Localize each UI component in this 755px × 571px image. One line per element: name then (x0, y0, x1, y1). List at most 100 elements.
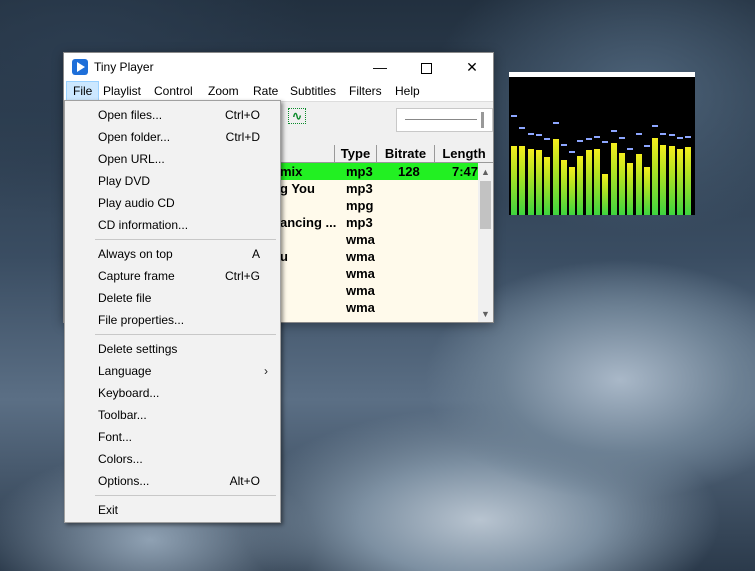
spectrum-peak (544, 138, 551, 140)
menu-item-label: Play audio CD (98, 196, 175, 210)
window-title: Tiny Player (94, 60, 154, 74)
column-bitrate[interactable]: Bitrate (376, 145, 434, 162)
menu-item-font[interactable]: Font... (65, 426, 280, 448)
playlist-cell-type: wma (346, 266, 375, 281)
menu-item-shortcut: A (251, 247, 260, 261)
spectrum-peak (585, 138, 592, 140)
volume-track (405, 119, 477, 121)
spectrum-bar (552, 139, 559, 215)
playlist-cell-title: mix (280, 164, 303, 179)
menu-playlist[interactable]: Playlist (97, 81, 147, 101)
spectrum-peak (685, 136, 692, 138)
menu-item-play-dvd[interactable]: Play DVD (65, 170, 280, 192)
menu-item-shortcut: Alt+O (229, 474, 260, 488)
menu-item-shortcut: Ctrl+D (225, 130, 260, 144)
spectrum-peak (527, 133, 534, 135)
menu-item-label: Font... (98, 430, 133, 444)
menu-item-label: File properties... (98, 313, 185, 327)
spectrum-bar (535, 150, 542, 215)
menu-rate[interactable]: Rate (247, 81, 284, 101)
menu-item-open-folder[interactable]: Open folder... Ctrl+D (65, 126, 280, 148)
spectrum-bar (602, 174, 609, 215)
spectrum-peak (635, 133, 642, 135)
spectrum-bar (685, 147, 692, 215)
spectrum-peak (643, 145, 650, 147)
menu-item-colors[interactable]: Colors... (65, 448, 280, 470)
menu-item-toolbar[interactable]: Toolbar... (65, 404, 280, 426)
menu-item-capture-frame[interactable]: Capture frame Ctrl+G (65, 265, 280, 287)
spectrum-bar (577, 156, 584, 215)
menu-item-shortcut: Ctrl+G (224, 269, 260, 283)
menu-separator (95, 495, 276, 496)
menu-item-label: Delete settings (98, 342, 178, 356)
spectrum-peak (610, 130, 617, 132)
menu-item-options[interactable]: Options... Alt+O (65, 470, 280, 492)
minimize-button[interactable]: — (357, 53, 403, 81)
spectrum-bar (585, 150, 592, 215)
spectrum-bar (519, 146, 526, 215)
spectrum-peak (511, 115, 517, 117)
menu-item-label: Delete file (98, 291, 152, 305)
spectrum-peak (569, 151, 576, 153)
column-type[interactable]: Type (334, 145, 376, 162)
menu-item-open-files[interactable]: Open files... Ctrl+O (65, 104, 280, 126)
menu-item-exit[interactable]: Exit (65, 499, 280, 521)
scroll-thumb[interactable] (480, 181, 491, 229)
spectrum-peak (618, 137, 625, 139)
menu-item-file-properties[interactable]: File properties... (65, 309, 280, 331)
menu-item-label: Open files... (98, 108, 163, 122)
menu-item-label: Toolbar... (98, 408, 147, 422)
spectrum-peak (660, 133, 667, 135)
playlist-cell-type: wma (346, 249, 375, 264)
menu-item-cd-information[interactable]: CD information... (65, 214, 280, 236)
app-play-icon (72, 59, 88, 75)
spectrum-peak (677, 137, 683, 139)
menu-item-label: Keyboard... (98, 386, 160, 400)
menu-item-open-url[interactable]: Open URL... (65, 148, 280, 170)
maximize-button[interactable] (403, 53, 449, 81)
menu-filters[interactable]: Filters (343, 81, 388, 101)
spectrum-bar (527, 149, 534, 215)
volume-thumb[interactable] (481, 112, 484, 128)
playlist-cell-title: u (280, 249, 288, 264)
playlist-cell-type: wma (346, 232, 375, 247)
menu-subtitles[interactable]: Subtitles (284, 81, 342, 101)
menu-item-always-on-top[interactable]: Always on top A (65, 243, 280, 265)
spectrum-visualizer (509, 72, 695, 215)
menu-control[interactable]: Control (148, 81, 199, 101)
menu-item-delete-file[interactable]: Delete file (65, 287, 280, 309)
close-button[interactable]: ✕ (449, 53, 495, 81)
spectrum-bar (594, 149, 600, 215)
menu-file[interactable]: File (66, 81, 100, 101)
playlist-scrollbar[interactable]: ▲ ▼ (478, 163, 493, 322)
title-bar[interactable]: Tiny Player — ✕ (64, 53, 493, 81)
maximize-icon (420, 62, 432, 74)
menu-item-label: Exit (98, 503, 119, 517)
menu-help[interactable]: Help (389, 81, 426, 101)
spectrum-bar (610, 143, 617, 215)
playlist-cell-length: 7:47 (452, 164, 479, 179)
volume-slider[interactable] (396, 108, 493, 132)
spectrum-bar (652, 138, 659, 215)
menu-item-label: Colors... (98, 452, 143, 466)
playlist-cell-type: mp3 (346, 164, 373, 179)
menu-item-delete-settings[interactable]: Delete settings (65, 338, 280, 360)
menu-item-language[interactable]: Language › (65, 360, 280, 382)
playlist-cell-bitrate: 128 (398, 164, 420, 179)
scroll-down-icon[interactable]: ▼ (478, 307, 493, 321)
spectrum-bar (618, 153, 625, 215)
menu-item-play-audio-cd[interactable]: Play audio CD (65, 192, 280, 214)
menu-item-label: Open folder... (98, 130, 171, 144)
visualizer-wave-icon[interactable]: ∿ (288, 108, 306, 124)
playlist-cell-type: wma (346, 300, 375, 315)
spectrum-peak (519, 127, 526, 129)
menu-item-keyboard[interactable]: Keyboard... (65, 382, 280, 404)
column-length[interactable]: Length (434, 145, 493, 162)
spectrum-peak (652, 125, 659, 127)
submenu-arrow-icon: › (264, 364, 268, 378)
spectrum-bar (544, 157, 551, 215)
menu-separator (95, 239, 276, 240)
scroll-up-icon[interactable]: ▲ (478, 165, 493, 179)
menu-zoom[interactable]: Zoom (202, 81, 245, 101)
file-menu-dropdown: Open files... Ctrl+O Open folder... Ctrl+D O… (64, 100, 281, 523)
